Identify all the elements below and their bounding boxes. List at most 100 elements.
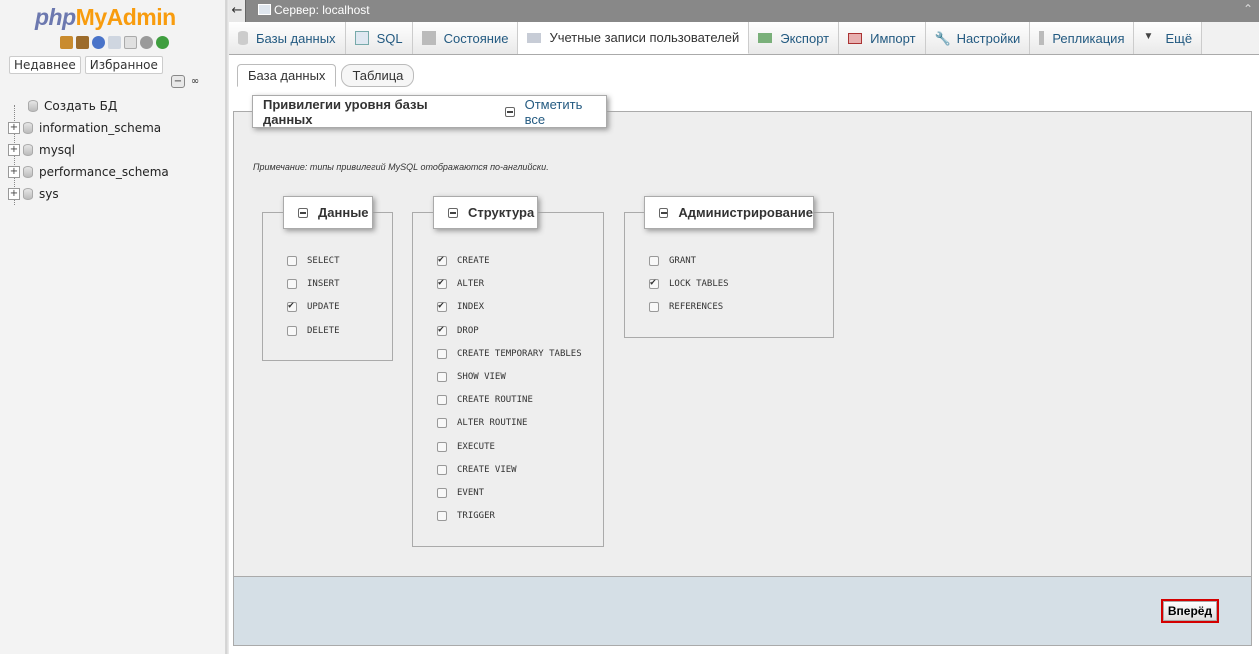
privilege-label[interactable]: INSERT bbox=[307, 279, 340, 289]
privilege-checkbox[interactable] bbox=[287, 279, 297, 290]
tab-replication[interactable]: Репликация bbox=[1030, 22, 1135, 54]
privilege-index[interactable]: INDEX bbox=[437, 300, 484, 313]
privilege-label[interactable]: LOCK TABLES bbox=[669, 279, 729, 289]
privilege-checkbox[interactable] bbox=[437, 254, 447, 266]
privilege-label[interactable]: ALTER bbox=[457, 279, 484, 289]
privilege-checkbox[interactable] bbox=[287, 300, 297, 313]
tab-status[interactable]: Состояние bbox=[412, 22, 519, 54]
tab-user-accounts[interactable]: Учетные записи пользователей bbox=[518, 22, 750, 54]
gear-icon[interactable] bbox=[140, 36, 153, 49]
privilege-label[interactable]: SELECT bbox=[307, 256, 340, 266]
privilege-checkbox[interactable] bbox=[437, 324, 447, 336]
tab-import[interactable]: Импорт bbox=[839, 22, 926, 54]
reload-icon[interactable] bbox=[156, 36, 169, 49]
privilege-label[interactable]: TRIGGER bbox=[457, 511, 495, 521]
expand-icon[interactable]: + bbox=[8, 166, 20, 178]
collapse-up-icon[interactable]: ⌃ bbox=[1243, 2, 1253, 16]
database-name[interactable]: performance_schema bbox=[39, 165, 169, 179]
privilege-checkbox[interactable] bbox=[437, 300, 447, 313]
tree-item-database[interactable]: + mysql bbox=[8, 139, 169, 161]
expand-icon[interactable]: + bbox=[8, 188, 20, 200]
privilege-trigger[interactable]: TRIGGER bbox=[437, 511, 495, 522]
structure-group-checkbox[interactable] bbox=[448, 207, 458, 218]
check-all-checkbox[interactable] bbox=[504, 106, 515, 117]
privilege-checkbox[interactable] bbox=[437, 395, 447, 406]
back-arrow-icon[interactable]: ← bbox=[229, 0, 246, 22]
phpmyadmin-logo[interactable]: phpMyAdmin bbox=[35, 4, 176, 31]
copy-icon[interactable] bbox=[124, 36, 137, 49]
privilege-checkbox[interactable] bbox=[287, 256, 297, 266]
create-db-label[interactable]: Создать БД bbox=[44, 99, 117, 113]
database-name[interactable]: information_schema bbox=[39, 121, 161, 135]
privilege-checkbox[interactable] bbox=[437, 464, 447, 475]
privilege-checkbox[interactable] bbox=[437, 418, 447, 429]
privilege-alter[interactable]: ALTER bbox=[437, 277, 484, 290]
privilege-delete[interactable]: DELETE bbox=[287, 325, 340, 336]
privilege-event[interactable]: EVENT bbox=[437, 488, 484, 498]
next-button[interactable]: Вперёд bbox=[1161, 599, 1219, 623]
tree-item-database[interactable]: + sys bbox=[8, 183, 169, 205]
tree-item-database[interactable]: + performance_schema bbox=[8, 161, 169, 183]
privilege-select[interactable]: SELECT bbox=[287, 256, 340, 266]
privilege-label[interactable]: GRANT bbox=[669, 256, 696, 266]
privilege-label[interactable]: CREATE VIEW bbox=[457, 465, 517, 475]
privilege-label[interactable]: INDEX bbox=[457, 302, 484, 312]
privilege-checkbox[interactable] bbox=[437, 277, 447, 290]
privilege-checkbox[interactable] bbox=[649, 256, 659, 266]
logout-icon[interactable] bbox=[76, 36, 89, 49]
privilege-execute[interactable]: EXECUTE bbox=[437, 441, 495, 452]
sidebar-resizer[interactable] bbox=[226, 0, 229, 654]
tab-databases[interactable]: Базы данных bbox=[229, 22, 346, 54]
privilege-drop[interactable]: DROP bbox=[437, 324, 479, 336]
privilege-checkbox[interactable] bbox=[437, 441, 447, 452]
privilege-checkbox[interactable] bbox=[287, 325, 297, 336]
privilege-lock-tables[interactable]: LOCK TABLES bbox=[649, 277, 729, 290]
privilege-checkbox[interactable] bbox=[649, 277, 659, 290]
tree-item-database[interactable]: + information_schema bbox=[8, 117, 169, 139]
privilege-label[interactable]: CREATE TEMPORARY TABLES bbox=[457, 349, 582, 359]
home-icon[interactable] bbox=[60, 36, 73, 49]
recent-tab[interactable]: Недавнее bbox=[9, 56, 81, 74]
tab-settings[interactable]: 🔧 Настройки bbox=[925, 22, 1031, 54]
privilege-label[interactable]: EXECUTE bbox=[457, 442, 495, 452]
privilege-create-view[interactable]: CREATE VIEW bbox=[437, 464, 517, 475]
privilege-create[interactable]: CREATE bbox=[437, 254, 490, 266]
help-icon[interactable] bbox=[92, 36, 105, 49]
subtab-table[interactable]: Таблица bbox=[341, 64, 415, 87]
database-name[interactable]: mysql bbox=[39, 143, 75, 157]
privilege-label[interactable]: CREATE bbox=[457, 256, 490, 266]
privilege-checkbox[interactable] bbox=[437, 488, 447, 498]
tab-more[interactable]: ▼ Ещё bbox=[1134, 22, 1203, 54]
link-icon[interactable]: ∞ bbox=[188, 75, 202, 88]
database-name[interactable]: sys bbox=[39, 187, 59, 201]
expand-icon[interactable]: + bbox=[8, 122, 20, 134]
privilege-checkbox[interactable] bbox=[649, 302, 659, 313]
admin-group-checkbox[interactable] bbox=[659, 207, 669, 218]
privilege-label[interactable]: ALTER ROUTINE bbox=[457, 418, 527, 428]
privilege-label[interactable]: REFERENCES bbox=[669, 302, 723, 312]
privilege-label[interactable]: DROP bbox=[457, 326, 479, 336]
favorites-tab[interactable]: Избранное bbox=[84, 56, 163, 74]
privilege-alter-routine[interactable]: ALTER ROUTINE bbox=[437, 418, 527, 429]
check-all-toggle[interactable]: Отметить все bbox=[504, 97, 606, 127]
privilege-label[interactable]: EVENT bbox=[457, 488, 484, 498]
privilege-label[interactable]: UPDATE bbox=[307, 302, 340, 312]
privilege-create-temporary-tables[interactable]: CREATE TEMPORARY TABLES bbox=[437, 348, 582, 359]
tab-sql[interactable]: SQL bbox=[345, 22, 413, 54]
privilege-create-routine[interactable]: CREATE ROUTINE bbox=[437, 395, 533, 406]
expand-icon[interactable]: + bbox=[8, 144, 20, 156]
privilege-label[interactable]: CREATE ROUTINE bbox=[457, 395, 533, 405]
docs-icon[interactable] bbox=[108, 36, 121, 49]
privilege-label[interactable]: SHOW VIEW bbox=[457, 372, 506, 382]
breadcrumb-server[interactable]: Сервер: localhost bbox=[258, 3, 370, 17]
collapse-all-icon[interactable]: − bbox=[171, 75, 185, 88]
subtab-database[interactable]: База данных bbox=[237, 64, 337, 87]
privilege-update[interactable]: UPDATE bbox=[287, 300, 340, 313]
privilege-grant[interactable]: GRANT bbox=[649, 256, 696, 266]
privilege-checkbox[interactable] bbox=[437, 511, 447, 522]
privilege-checkbox[interactable] bbox=[437, 372, 447, 382]
tree-item-create-db[interactable]: Создать БД bbox=[8, 95, 169, 117]
privilege-insert[interactable]: INSERT bbox=[287, 279, 340, 290]
privilege-checkbox[interactable] bbox=[437, 348, 447, 359]
privilege-label[interactable]: DELETE bbox=[307, 326, 340, 336]
